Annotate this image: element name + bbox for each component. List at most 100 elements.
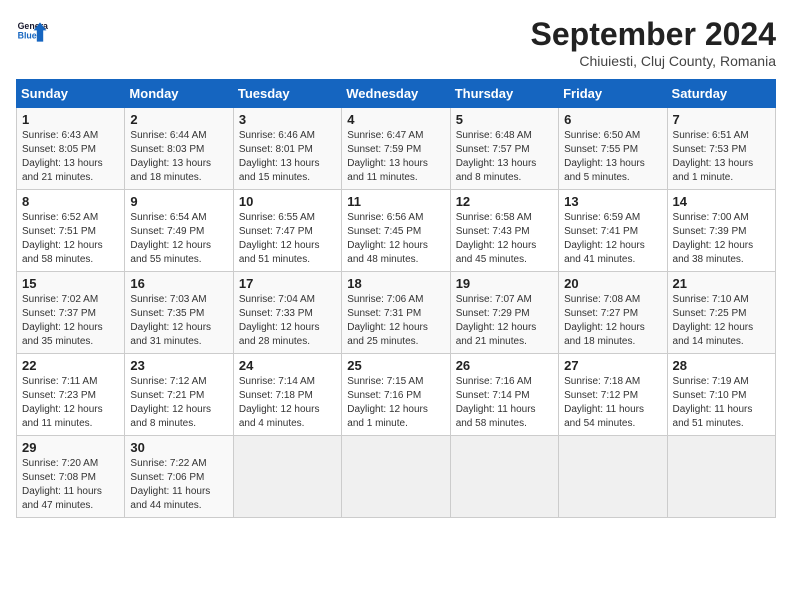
cell-info: Sunrise: 6:56 AM Sunset: 7:45 PM Dayligh… <box>347 211 444 267</box>
logo: General Blue <box>16 16 48 48</box>
calendar-cell: 30 Sunrise: 7:22 AM Sunset: 7:06 PM Dayli… <box>125 436 233 518</box>
day-number: 24 <box>239 358 336 373</box>
day-number: 1 <box>22 112 119 127</box>
calendar-cell <box>559 436 667 518</box>
calendar-cell: 15 Sunrise: 7:02 AM Sunset: 7:37 PM Dayli… <box>17 272 125 354</box>
cell-info: Sunrise: 7:20 AM Sunset: 7:08 PM Dayligh… <box>22 457 119 513</box>
column-header-tuesday: Tuesday <box>233 80 341 108</box>
day-number: 28 <box>673 358 770 373</box>
day-number: 8 <box>22 194 119 209</box>
column-header-saturday: Saturday <box>667 80 775 108</box>
day-number: 23 <box>130 358 227 373</box>
calendar-cell: 28 Sunrise: 7:19 AM Sunset: 7:10 PM Dayli… <box>667 354 775 436</box>
cell-info: Sunrise: 6:46 AM Sunset: 8:01 PM Dayligh… <box>239 129 336 185</box>
calendar-cell: 14Sunrise: 7:00 AM Sunset: 7:39 PM Dayli… <box>667 190 775 272</box>
week-row-3: 15 Sunrise: 7:02 AM Sunset: 7:37 PM Dayli… <box>17 272 776 354</box>
cell-info: Sunrise: 7:03 AM Sunset: 7:35 PM Dayligh… <box>130 293 227 349</box>
cell-info: Sunrise: 6:54 AM Sunset: 7:49 PM Dayligh… <box>130 211 227 267</box>
calendar-cell: 29Sunrise: 7:20 AM Sunset: 7:08 PM Dayli… <box>17 436 125 518</box>
day-number: 30 <box>130 440 227 455</box>
day-number: 22 <box>22 358 119 373</box>
cell-info: Sunrise: 7:14 AM Sunset: 7:18 PM Dayligh… <box>239 375 336 431</box>
calendar-cell: 10Sunrise: 6:55 AM Sunset: 7:47 PM Dayli… <box>233 190 341 272</box>
calendar-cell: 13Sunrise: 6:59 AM Sunset: 7:41 PM Dayli… <box>559 190 667 272</box>
day-number: 3 <box>239 112 336 127</box>
cell-info: Sunrise: 6:50 AM Sunset: 7:55 PM Dayligh… <box>564 129 661 185</box>
day-number: 27 <box>564 358 661 373</box>
day-number: 16 <box>130 276 227 291</box>
column-header-monday: Monday <box>125 80 233 108</box>
day-number: 20 <box>564 276 661 291</box>
week-row-2: 8Sunrise: 6:52 AM Sunset: 7:51 PM Daylig… <box>17 190 776 272</box>
day-number: 5 <box>456 112 553 127</box>
cell-info: Sunrise: 6:58 AM Sunset: 7:43 PM Dayligh… <box>456 211 553 267</box>
column-header-friday: Friday <box>559 80 667 108</box>
cell-info: Sunrise: 6:48 AM Sunset: 7:57 PM Dayligh… <box>456 129 553 185</box>
calendar-cell: 3 Sunrise: 6:46 AM Sunset: 8:01 PM Daylig… <box>233 108 341 190</box>
cell-info: Sunrise: 7:15 AM Sunset: 7:16 PM Dayligh… <box>347 375 444 431</box>
calendar-title: September 2024 <box>531 16 776 53</box>
calendar-cell: 4 Sunrise: 6:47 AM Sunset: 7:59 PM Daylig… <box>342 108 450 190</box>
cell-info: Sunrise: 7:08 AM Sunset: 7:27 PM Dayligh… <box>564 293 661 349</box>
header-row: SundayMondayTuesdayWednesdayThursdayFrid… <box>17 80 776 108</box>
cell-info: Sunrise: 6:51 AM Sunset: 7:53 PM Dayligh… <box>673 129 770 185</box>
calendar-cell: 1 Sunrise: 6:43 AM Sunset: 8:05 PM Daylig… <box>17 108 125 190</box>
week-row-4: 22Sunrise: 7:11 AM Sunset: 7:23 PM Dayli… <box>17 354 776 436</box>
logo-icon: General Blue <box>16 16 48 48</box>
calendar-cell: 18 Sunrise: 7:06 AM Sunset: 7:31 PM Dayli… <box>342 272 450 354</box>
day-number: 18 <box>347 276 444 291</box>
cell-info: Sunrise: 6:59 AM Sunset: 7:41 PM Dayligh… <box>564 211 661 267</box>
cell-info: Sunrise: 7:22 AM Sunset: 7:06 PM Dayligh… <box>130 457 227 513</box>
calendar-cell: 8Sunrise: 6:52 AM Sunset: 7:51 PM Daylig… <box>17 190 125 272</box>
calendar-cell: 17 Sunrise: 7:04 AM Sunset: 7:33 PM Dayli… <box>233 272 341 354</box>
day-number: 19 <box>456 276 553 291</box>
calendar-cell: 21Sunrise: 7:10 AM Sunset: 7:25 PM Dayli… <box>667 272 775 354</box>
cell-info: Sunrise: 7:18 AM Sunset: 7:12 PM Dayligh… <box>564 375 661 431</box>
cell-info: Sunrise: 7:07 AM Sunset: 7:29 PM Dayligh… <box>456 293 553 349</box>
cell-info: Sunrise: 6:43 AM Sunset: 8:05 PM Dayligh… <box>22 129 119 185</box>
title-area: September 2024 Chiuiesti, Cluj County, R… <box>531 16 776 69</box>
cell-info: Sunrise: 6:44 AM Sunset: 8:03 PM Dayligh… <box>130 129 227 185</box>
cell-info: Sunrise: 7:06 AM Sunset: 7:31 PM Dayligh… <box>347 293 444 349</box>
calendar-cell: 5 Sunrise: 6:48 AM Sunset: 7:57 PM Daylig… <box>450 108 558 190</box>
day-number: 2 <box>130 112 227 127</box>
cell-info: Sunrise: 7:00 AM Sunset: 7:39 PM Dayligh… <box>673 211 770 267</box>
day-number: 9 <box>130 194 227 209</box>
calendar-cell: 11 Sunrise: 6:56 AM Sunset: 7:45 PM Dayli… <box>342 190 450 272</box>
calendar-cell: 23 Sunrise: 7:12 AM Sunset: 7:21 PM Dayli… <box>125 354 233 436</box>
calendar-cell <box>667 436 775 518</box>
cell-info: Sunrise: 7:19 AM Sunset: 7:10 PM Dayligh… <box>673 375 770 431</box>
day-number: 15 <box>22 276 119 291</box>
cell-info: Sunrise: 7:04 AM Sunset: 7:33 PM Dayligh… <box>239 293 336 349</box>
column-header-sunday: Sunday <box>17 80 125 108</box>
calendar-cell: 19 Sunrise: 7:07 AM Sunset: 7:29 PM Dayli… <box>450 272 558 354</box>
cell-info: Sunrise: 7:12 AM Sunset: 7:21 PM Dayligh… <box>130 375 227 431</box>
cell-info: Sunrise: 7:02 AM Sunset: 7:37 PM Dayligh… <box>22 293 119 349</box>
calendar-cell: 16 Sunrise: 7:03 AM Sunset: 7:35 PM Dayli… <box>125 272 233 354</box>
calendar-cell: 22Sunrise: 7:11 AM Sunset: 7:23 PM Dayli… <box>17 354 125 436</box>
calendar-cell: 27 Sunrise: 7:18 AM Sunset: 7:12 PM Dayli… <box>559 354 667 436</box>
day-number: 7 <box>673 112 770 127</box>
calendar-cell: 12Sunrise: 6:58 AM Sunset: 7:43 PM Dayli… <box>450 190 558 272</box>
week-row-5: 29Sunrise: 7:20 AM Sunset: 7:08 PM Dayli… <box>17 436 776 518</box>
column-header-thursday: Thursday <box>450 80 558 108</box>
column-header-wednesday: Wednesday <box>342 80 450 108</box>
cell-info: Sunrise: 7:10 AM Sunset: 7:25 PM Dayligh… <box>673 293 770 349</box>
calendar-cell: 26Sunrise: 7:16 AM Sunset: 7:14 PM Dayli… <box>450 354 558 436</box>
week-row-1: 1 Sunrise: 6:43 AM Sunset: 8:05 PM Daylig… <box>17 108 776 190</box>
calendar-cell <box>342 436 450 518</box>
svg-text:Blue: Blue <box>18 30 37 40</box>
calendar-cell: 9 Sunrise: 6:54 AM Sunset: 7:49 PM Daylig… <box>125 190 233 272</box>
day-number: 26 <box>456 358 553 373</box>
calendar-cell: 7 Sunrise: 6:51 AM Sunset: 7:53 PM Daylig… <box>667 108 775 190</box>
calendar-cell <box>233 436 341 518</box>
day-number: 10 <box>239 194 336 209</box>
day-number: 4 <box>347 112 444 127</box>
calendar-cell: 20 Sunrise: 7:08 AM Sunset: 7:27 PM Dayli… <box>559 272 667 354</box>
day-number: 6 <box>564 112 661 127</box>
cell-info: Sunrise: 6:47 AM Sunset: 7:59 PM Dayligh… <box>347 129 444 185</box>
calendar-cell <box>450 436 558 518</box>
day-number: 17 <box>239 276 336 291</box>
calendar-cell: 25Sunrise: 7:15 AM Sunset: 7:16 PM Dayli… <box>342 354 450 436</box>
day-number: 11 <box>347 194 444 209</box>
